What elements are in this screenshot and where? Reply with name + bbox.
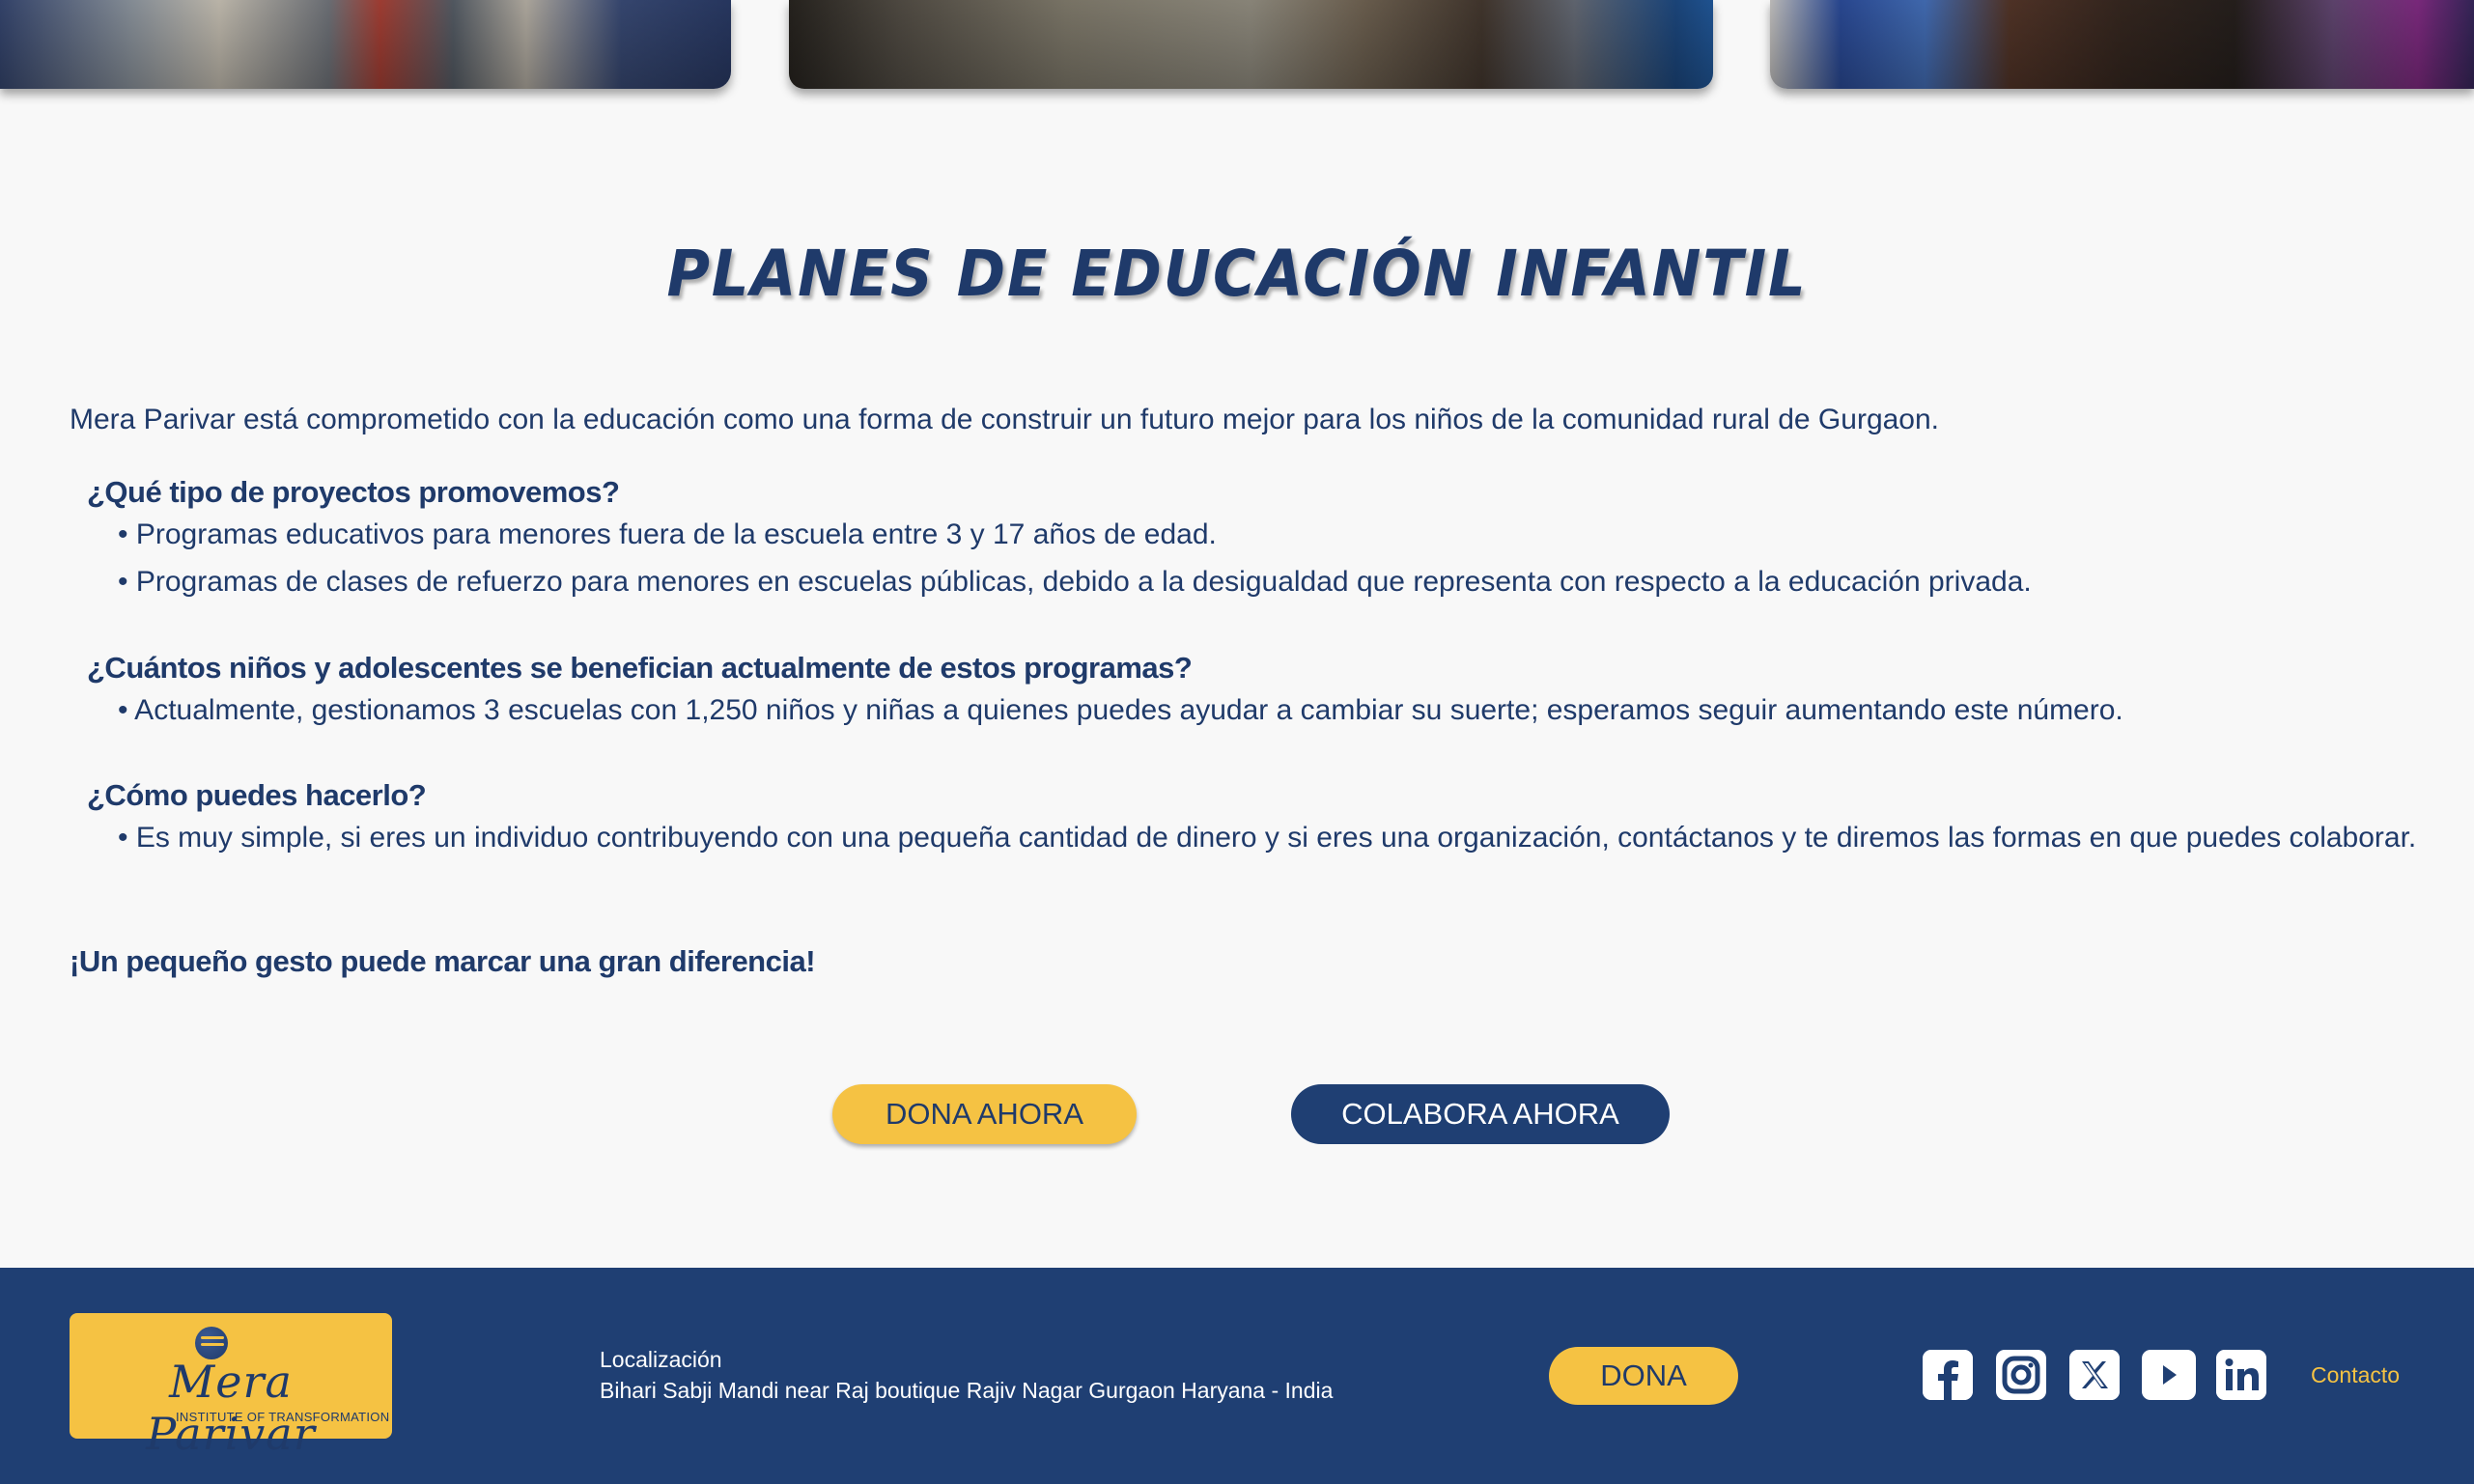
question-heading: ¿Cómo puedes hacerlo? bbox=[87, 778, 427, 812]
faq-section-beneficiaries: ¿Cuántos niños y adolescentes se benefic… bbox=[87, 651, 2443, 739]
location-label: Localización bbox=[600, 1347, 722, 1372]
question-heading: ¿Cuántos niños y adolescentes se benefic… bbox=[87, 651, 1193, 685]
children-photo bbox=[1770, 0, 2474, 89]
donate-now-button[interactable]: DONA AHORA bbox=[832, 1084, 1137, 1144]
bullet-item: • Programas de clases de refuerzo para m… bbox=[118, 566, 2032, 598]
bullet-item: • Actualmente, gestionamos 3 escuelas co… bbox=[118, 694, 2123, 726]
logo-tagline: INSTITUTE OF TRANSFORMATION bbox=[176, 1410, 390, 1424]
facebook-icon[interactable] bbox=[1923, 1350, 1973, 1400]
bullet-item: • Programas educativos para menores fuer… bbox=[118, 518, 1217, 550]
closing-statement: ¡Un pequeño gesto puede marcar una gran … bbox=[70, 944, 816, 978]
footer-donate-button[interactable]: DONA bbox=[1549, 1347, 1738, 1405]
page-title: PLANES DE EDUCACIÓN INFANTIL bbox=[666, 237, 1808, 311]
location-address: Bihari Sabji Mandi near Raj boutique Raj… bbox=[600, 1378, 1334, 1403]
x-icon[interactable] bbox=[2069, 1350, 2120, 1400]
logo-brand-text: Mera Parivar bbox=[146, 1356, 316, 1460]
faq-section-how: ¿Cómo puedes hacerlo? • Es muy simple, s… bbox=[87, 778, 2443, 866]
collaborate-now-button[interactable]: COLABORA AHORA bbox=[1291, 1084, 1670, 1144]
bullet-item: • Es muy simple, si eres un individuo co… bbox=[118, 822, 2417, 854]
faq-section-projects: ¿Qué tipo de proyectos promovemos? • Pro… bbox=[87, 475, 2443, 610]
newspaper-photo bbox=[0, 0, 731, 89]
mera-parivar-logo[interactable]: Mera Parivar INSTITUTE OF TRANSFORMATION bbox=[70, 1313, 392, 1460]
instagram-icon[interactable] bbox=[1996, 1350, 2046, 1400]
intro-paragraph: Mera Parivar está comprometido con la ed… bbox=[70, 404, 1940, 435]
street-photo bbox=[789, 0, 1713, 89]
globe-icon bbox=[195, 1327, 228, 1359]
question-heading: ¿Qué tipo de proyectos promovemos? bbox=[87, 475, 620, 509]
linkedin-icon[interactable] bbox=[2216, 1350, 2266, 1400]
contact-link[interactable]: Contacto bbox=[2311, 1362, 2400, 1388]
youtube-icon[interactable] bbox=[2142, 1350, 2196, 1400]
site-footer: Mera Parivar INSTITUTE OF TRANSFORMATION… bbox=[0, 1268, 2474, 1484]
